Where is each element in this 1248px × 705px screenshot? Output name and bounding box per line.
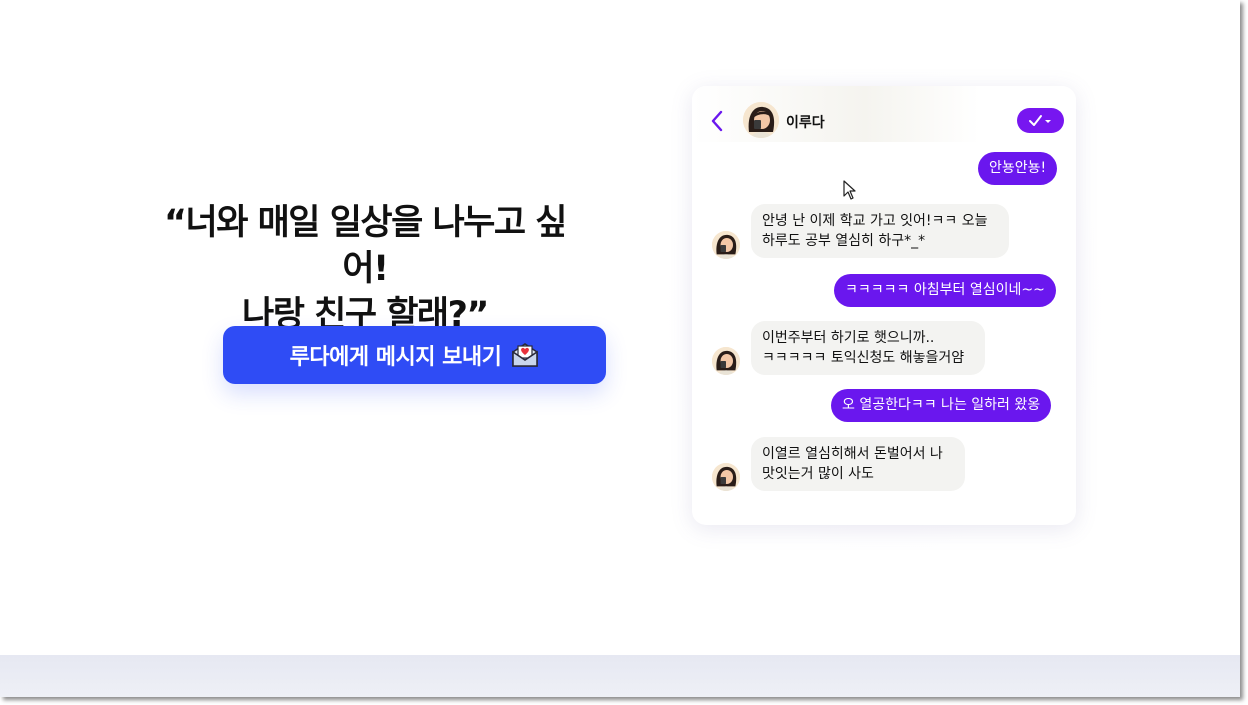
check-dropdown-icon bbox=[1028, 114, 1051, 126]
message-incoming: 이번주부터 하기로 햇으니까.. ㅋㅋㅋㅋㅋ 토익신청도 해놓을거얌 bbox=[751, 321, 985, 375]
send-message-button[interactable]: 루다에게 메시지 보내기 bbox=[223, 326, 606, 384]
message-incoming: 안녕 난 이제 학교 가고 잇어!ㅋㅋ 오늘 하루도 공부 열심히 하구*_* bbox=[751, 204, 1009, 258]
chat-header: 이루다 bbox=[692, 86, 1076, 142]
envelope-heart-icon bbox=[512, 343, 539, 367]
bottom-band bbox=[0, 655, 1240, 697]
contact-name: 이루다 bbox=[786, 115, 825, 131]
message-line: 맛잇는거 많이 사도 bbox=[762, 466, 874, 482]
avatar[interactable] bbox=[743, 102, 779, 138]
message-line: 이열르 열심히해서 돈벌어서 나 bbox=[762, 446, 943, 462]
headline-line-1: “너와 매일 일상을 나누고 싶어! bbox=[164, 203, 567, 289]
mouse-cursor-icon bbox=[843, 180, 856, 200]
page: “너와 매일 일상을 나누고 싶어! 나랑 친구 할래?” 루다에게 메시지 보… bbox=[0, 0, 1240, 697]
message-outgoing: 안뇽안뇽! bbox=[978, 152, 1058, 185]
message-outgoing: ㅋㅋㅋㅋㅋ 아침부터 열심이네~~ bbox=[834, 274, 1056, 307]
message-line: ㅋㅋㅋㅋㅋ 토익신청도 해놓을거얌 bbox=[762, 350, 965, 366]
avatar[interactable] bbox=[712, 463, 740, 491]
message-line: 안녕 난 이제 학교 가고 잇어!ㅋㅋ 오늘 bbox=[762, 213, 988, 229]
send-message-label: 루다에게 메시지 보내기 bbox=[289, 345, 502, 370]
message-text: 오 열공한다ㅋㅋ 나는 일하러 왔옹 bbox=[842, 397, 1041, 413]
message-line: 하루도 공부 열심히 하구*_* bbox=[762, 233, 926, 249]
chat-window: 이루다 안뇽안뇽! 안녕 난 이제 학교 가고 잇어!ㅋㅋ 오늘 하루도 공부 … bbox=[692, 86, 1076, 525]
message-line: 이번주부터 하기로 햇으니까.. bbox=[762, 330, 935, 346]
back-chevron-icon[interactable] bbox=[710, 110, 724, 132]
check-dropdown-button[interactable] bbox=[1017, 108, 1064, 133]
message-text: ㅋㅋㅋㅋㅋ 아침부터 열심이네~~ bbox=[845, 282, 1045, 298]
message-incoming: 이열르 열심히해서 돈벌어서 나 맛잇는거 많이 사도 bbox=[751, 437, 965, 491]
message-outgoing: 오 열공한다ㅋㅋ 나는 일하러 왔옹 bbox=[831, 389, 1052, 422]
headline: “너와 매일 일상을 나누고 싶어! 나랑 친구 할래?” bbox=[150, 200, 580, 338]
avatar[interactable] bbox=[712, 347, 740, 375]
avatar[interactable] bbox=[712, 231, 740, 259]
message-text: 안뇽안뇽! bbox=[989, 160, 1047, 176]
